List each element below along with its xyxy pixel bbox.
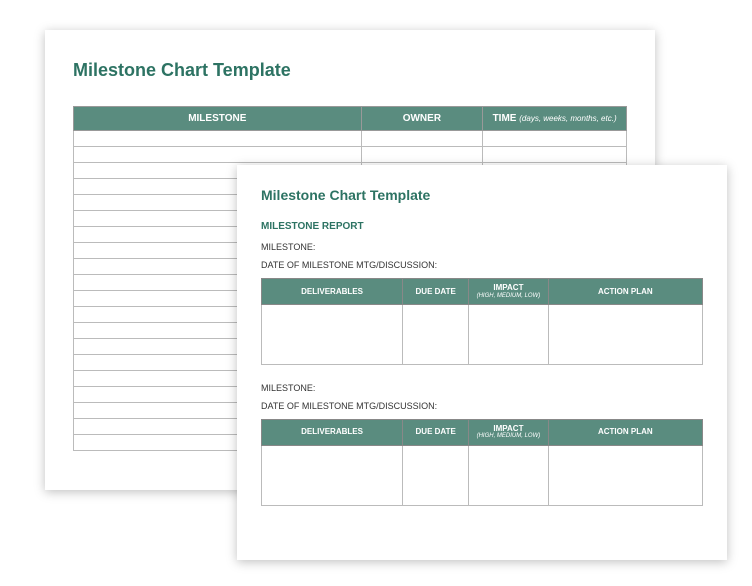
template-page-front: Milestone Chart Template MILESTONE REPOR… (237, 165, 727, 560)
header-action-plan: ACTION PLAN (548, 419, 702, 445)
header-action-plan: ACTION PLAN (548, 279, 702, 305)
milestone-label: MILESTONE: (261, 383, 703, 393)
header-owner: OWNER (361, 107, 483, 131)
table-row (74, 131, 627, 147)
header-due-date: DUE DATE (403, 419, 469, 445)
page-title: Milestone Chart Template (73, 60, 627, 81)
header-milestone: MILESTONE (74, 107, 362, 131)
date-label: DATE OF MILESTONE MTG/DISCUSSION: (261, 401, 703, 411)
table-row (262, 304, 703, 364)
table-row (74, 147, 627, 163)
header-impact: IMPACT (HIGH, MEDIUM, LOW) (469, 279, 548, 305)
date-label: DATE OF MILESTONE MTG/DISCUSSION: (261, 260, 703, 270)
milestone-label: MILESTONE: (261, 242, 703, 252)
page-title: Milestone Chart Template (261, 187, 703, 203)
header-deliverables: DELIVERABLES (262, 279, 403, 305)
header-impact: IMPACT (HIGH, MEDIUM, LOW) (469, 419, 548, 445)
report-table: DELIVERABLES DUE DATE IMPACT (HIGH, MEDI… (261, 278, 703, 365)
table-row (262, 445, 703, 505)
report-table: DELIVERABLES DUE DATE IMPACT (HIGH, MEDI… (261, 419, 703, 506)
header-time: TIME (days, weeks, months, etc.) (483, 107, 627, 131)
header-due-date: DUE DATE (403, 279, 469, 305)
header-deliverables: DELIVERABLES (262, 419, 403, 445)
section-heading: MILESTONE REPORT (261, 221, 703, 232)
